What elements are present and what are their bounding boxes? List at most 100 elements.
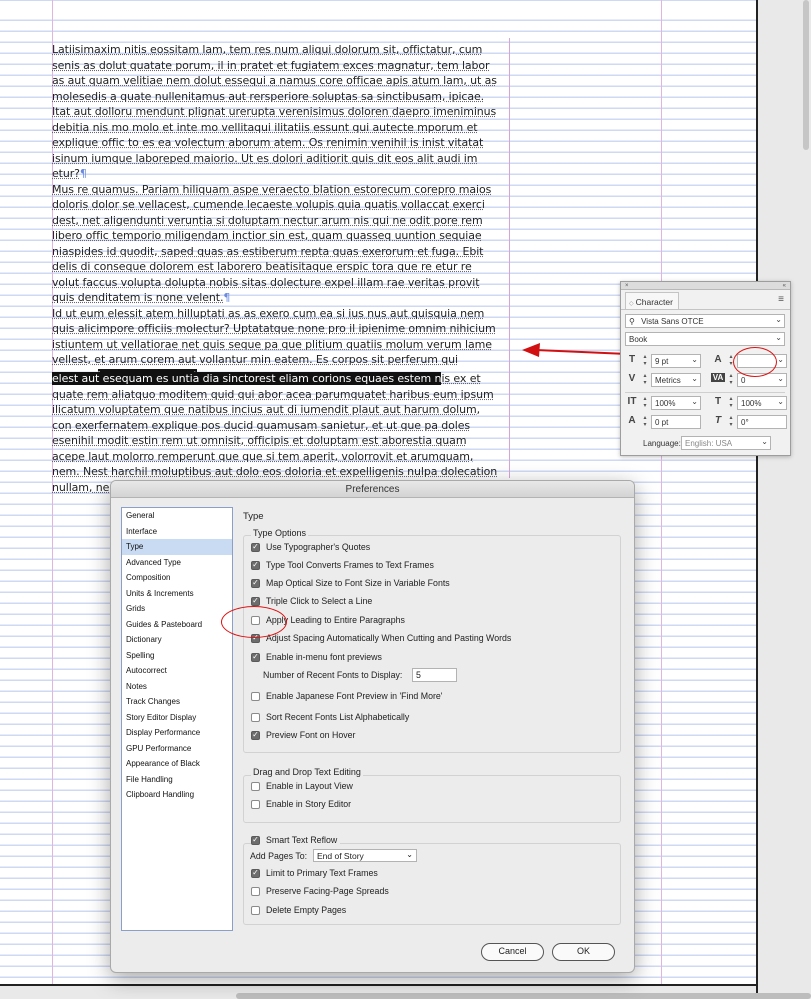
chevron-down-icon: ⌄ [775, 315, 782, 324]
sidebar-item-file-handling[interactable]: File Handling [122, 772, 232, 788]
pasteboard-right [756, 0, 811, 999]
annotation-circle-leading [733, 347, 777, 377]
search-icon: ⚲ [629, 317, 635, 326]
drag-drop-label: Drag and Drop Text Editing [251, 767, 363, 777]
language-select[interactable]: English: USA ⌄ [681, 436, 771, 450]
skew-field[interactable]: 0° [737, 415, 787, 429]
font-size-icon: T [628, 354, 636, 365]
option-triple-click[interactable]: ✓ Triple Click to Select a Line [251, 596, 372, 606]
horizontal-scrollbar[interactable] [236, 993, 811, 999]
chevron-down-icon: ⌄ [775, 333, 782, 342]
checkbox-unchecked[interactable] [251, 799, 260, 809]
arrow-head [522, 343, 540, 357]
checkbox-checked[interactable]: ✓ [251, 868, 260, 878]
sidebar-item-autocorrect[interactable]: Autocorrect [122, 663, 232, 679]
option-type-tool-converts[interactable]: ✓ Type Tool Converts Frames to Text Frame… [251, 560, 434, 570]
checkbox-checked[interactable]: ✓ [251, 560, 260, 570]
option-typographers-quotes[interactable]: ✓ Use Typographer's Quotes [251, 542, 370, 552]
checkbox-checked[interactable]: ✓ [251, 730, 260, 740]
sidebar-item-general[interactable]: General [122, 508, 232, 524]
tracking-stepper[interactable]: ▴ ▾ [727, 373, 735, 387]
sidebar-item-dictionary[interactable]: Dictionary [122, 632, 232, 648]
horizontal-scale-field[interactable]: 100% ⌄ [737, 396, 787, 410]
checkbox-unchecked[interactable] [251, 905, 260, 915]
recent-fonts-input[interactable]: 5 [412, 668, 457, 682]
checkbox-checked[interactable]: ✓ [251, 652, 260, 662]
language-label: Language: [643, 439, 681, 448]
sidebar-item-appearance-black[interactable]: Appearance of Black [122, 756, 232, 772]
sidebar-item-track-changes[interactable]: Track Changes [122, 694, 232, 710]
sidebar-item-clipboard[interactable]: Clipboard Handling [122, 787, 232, 803]
add-pages-select[interactable]: End of Story ⌄ [313, 849, 417, 862]
option-preserve-spreads[interactable]: Preserve Facing-Page Spreads [251, 886, 389, 896]
option-story-editor[interactable]: Enable in Story Editor [251, 799, 351, 809]
checkbox-unchecked[interactable] [251, 781, 260, 791]
panel-menu-icon[interactable]: ≡ [778, 294, 784, 305]
checkbox-checked[interactable]: ✓ [251, 596, 260, 606]
sidebar-item-notes[interactable]: Notes [122, 679, 232, 695]
sidebar-item-display-performance[interactable]: Display Performance [122, 725, 232, 741]
chevron-down-icon: ⌄ [777, 355, 784, 364]
skew-stepper[interactable]: ▴ ▾ [727, 415, 735, 429]
chevron-down-icon: ⌄ [406, 850, 413, 859]
sidebar-item-composition[interactable]: Composition [122, 570, 232, 586]
font-size-stepper[interactable]: ▴ ▾ [641, 354, 649, 368]
horizontal-scale-stepper[interactable]: ▴ ▾ [727, 396, 735, 410]
option-map-optical-size[interactable]: ✓ Map Optical Size to Font Size in Variab… [251, 578, 450, 588]
tab-character[interactable]: ◇ Character [625, 292, 679, 310]
preferences-category-list[interactable]: General Interface Type Advanced Type Com… [121, 507, 233, 931]
sidebar-item-units[interactable]: Units & Increments [122, 586, 232, 602]
kerning-icon: V [628, 373, 636, 384]
font-style-field[interactable]: Book ⌄ [625, 332, 785, 346]
sidebar-item-type[interactable]: Type [122, 539, 232, 555]
checkbox-checked[interactable]: ✓ [251, 578, 260, 588]
chevron-down-icon: ⌄ [691, 397, 698, 406]
divider [625, 392, 785, 393]
chevron-down-icon: ⌄ [777, 374, 784, 383]
baseline-shift-field[interactable]: 0 pt [651, 415, 701, 429]
option-sort-recent[interactable]: Sort Recent Fonts List Alphabetically [251, 712, 409, 722]
option-japanese-preview[interactable]: Enable Japanese Font Preview in 'Find Mo… [251, 691, 442, 701]
checkbox-unchecked[interactable] [251, 886, 260, 896]
vertical-scale-icon: IT [627, 396, 637, 407]
checkbox-checked[interactable]: ✓ [251, 542, 260, 552]
baseline-shift-icon: A [628, 415, 636, 426]
horizontal-scale-icon: T [714, 396, 722, 407]
collapse-icon[interactable]: « [783, 283, 786, 289]
chevron-down-icon: ⌄ [777, 397, 784, 406]
preferences-dialog[interactable]: Preferences General Interface Type Advan… [110, 480, 635, 973]
vertical-scrollbar[interactable] [803, 0, 809, 150]
option-in-menu-previews[interactable]: ✓ Enable in-menu font previews [251, 652, 382, 662]
vertical-scale-stepper[interactable]: ▴ ▾ [641, 396, 649, 410]
checkbox-unchecked[interactable] [251, 712, 260, 722]
sidebar-item-grids[interactable]: Grids [122, 601, 232, 617]
dialog-title[interactable]: Preferences [111, 481, 634, 498]
type-options-label: Type Options [251, 528, 309, 538]
sidebar-item-guides[interactable]: Guides & Pasteboard [122, 617, 232, 633]
sidebar-item-interface[interactable]: Interface [122, 524, 232, 540]
checkbox-checked[interactable]: ✓ [251, 835, 260, 845]
option-layout-view[interactable]: Enable in Layout View [251, 781, 353, 791]
ok-button[interactable]: OK [552, 943, 615, 961]
option-smart-reflow[interactable]: ✓ Smart Text Reflow [251, 835, 341, 845]
kerning-stepper[interactable]: ▴ ▾ [641, 373, 649, 387]
recent-fonts-label: Number of Recent Fonts to Display: [263, 670, 403, 680]
panel-titlebar[interactable]: × « [621, 282, 790, 290]
kerning-field[interactable]: Metrics ⌄ [651, 373, 701, 387]
sidebar-item-spelling[interactable]: Spelling [122, 648, 232, 664]
close-icon[interactable]: × [625, 283, 629, 289]
option-preview-hover[interactable]: ✓ Preview Font on Hover [251, 730, 355, 740]
option-limit-primary[interactable]: ✓ Limit to Primary Text Frames [251, 868, 378, 878]
font-size-field[interactable]: 9 pt ⌄ [651, 354, 701, 368]
checkbox-unchecked[interactable] [251, 691, 260, 701]
vertical-scale-field[interactable]: 100% ⌄ [651, 396, 701, 410]
cancel-button[interactable]: Cancel [481, 943, 544, 961]
baseline-shift-stepper[interactable]: ▴ ▾ [641, 415, 649, 429]
sidebar-item-story-editor[interactable]: Story Editor Display [122, 710, 232, 726]
sidebar-item-gpu-performance[interactable]: GPU Performance [122, 741, 232, 757]
tracking-icon: VA [711, 373, 725, 382]
option-delete-empty[interactable]: Delete Empty Pages [251, 905, 346, 915]
font-family-field[interactable]: ⚲ Vista Sans OTCE ⌄ [625, 314, 785, 328]
sidebar-item-advanced-type[interactable]: Advanced Type [122, 555, 232, 571]
option-adjust-spacing[interactable]: ✓ Adjust Spacing Automatically When Cutti… [251, 633, 511, 643]
